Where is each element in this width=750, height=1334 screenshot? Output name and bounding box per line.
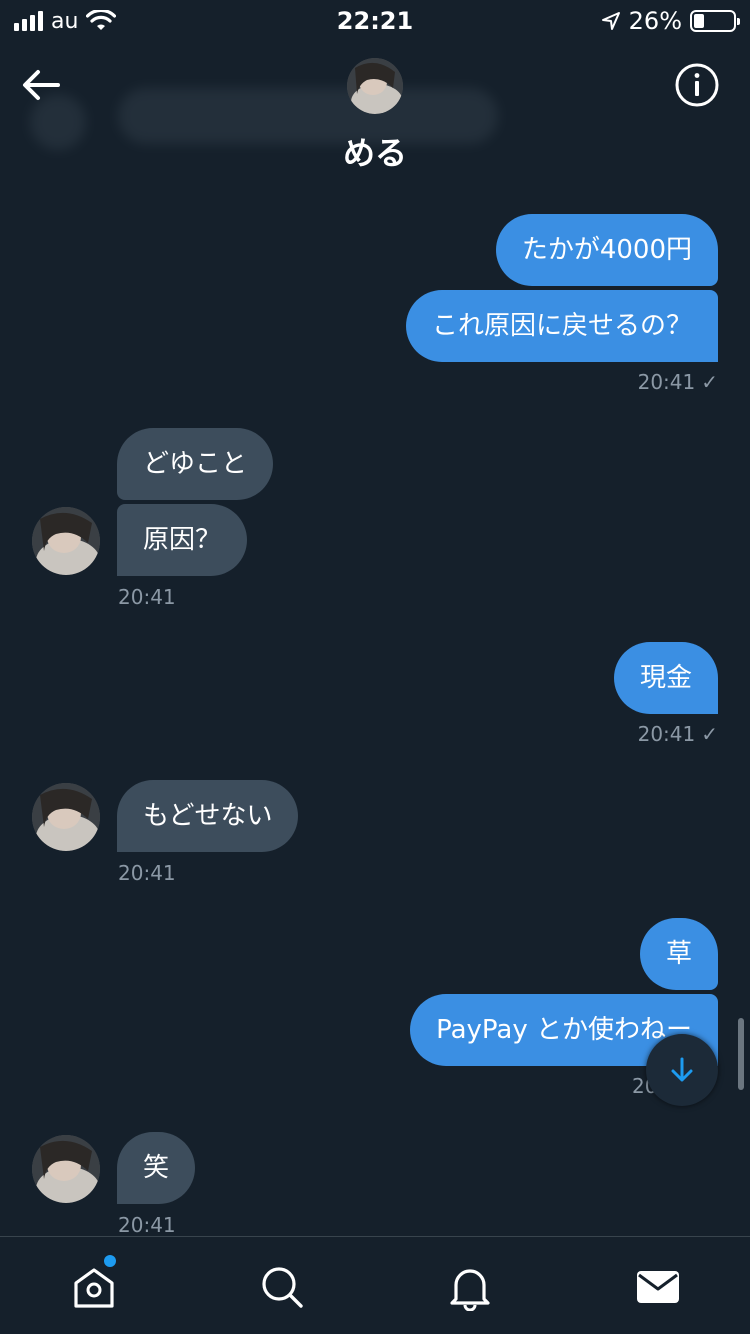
message-timestamp: 20:41 ✓	[637, 370, 718, 394]
status-left: au	[14, 8, 117, 34]
wifi-icon	[86, 10, 117, 30]
read-check-icon: ✓	[701, 722, 718, 746]
status-right: 26%	[601, 7, 740, 35]
message-timestamp: 20:41	[118, 585, 176, 609]
conversation-header: める	[0, 44, 750, 184]
status-bar: au 22:21 26%	[0, 0, 750, 42]
message-bubble-sent[interactable]: 現金	[613, 642, 718, 714]
message-bubble-sent[interactable]: たかが4000円	[495, 214, 718, 286]
sender-avatar[interactable]	[32, 1135, 100, 1203]
bell-icon[interactable]	[446, 1263, 494, 1311]
home-icon[interactable]	[70, 1263, 118, 1311]
cellular-signal-icon	[14, 11, 43, 31]
scroll-to-bottom-button[interactable]	[646, 1034, 718, 1106]
search-icon[interactable]	[258, 1263, 306, 1311]
sender-avatar[interactable]	[32, 783, 100, 851]
message-bubble-sent[interactable]: 草	[639, 918, 718, 990]
scrollbar[interactable]	[738, 1018, 744, 1090]
carrier-label: au	[51, 8, 79, 34]
info-icon[interactable]	[674, 62, 720, 108]
header-avatar[interactable]	[347, 58, 403, 114]
arrow-down-icon	[671, 1057, 693, 1082]
message-bubble-received[interactable]: 原因？	[117, 504, 248, 576]
message-timestamp: 20:41	[118, 861, 176, 885]
message-bubble-sent[interactable]: これ原因に戻せるの？	[405, 290, 718, 362]
message-timestamp: 20:41 ✓	[637, 722, 718, 746]
sender-avatar[interactable]	[32, 507, 100, 575]
conversation-title: める	[342, 134, 407, 172]
message-bubble-received[interactable]: どゆこと	[117, 428, 274, 500]
message-bubble-received[interactable]: もどせない	[117, 780, 299, 852]
message-timestamp: 20:41	[118, 1213, 176, 1237]
battery-percent: 26%	[628, 7, 682, 35]
home-notification-dot	[104, 1255, 116, 1267]
location-arrow-icon	[601, 12, 620, 30]
bottom-tab-bar	[0, 1236, 750, 1334]
message-bubble-received[interactable]: 笑	[117, 1132, 196, 1204]
mail-icon[interactable]	[634, 1263, 682, 1311]
read-check-icon: ✓	[701, 370, 718, 394]
battery-icon	[690, 10, 740, 32]
back-arrow-icon[interactable]	[20, 66, 62, 104]
